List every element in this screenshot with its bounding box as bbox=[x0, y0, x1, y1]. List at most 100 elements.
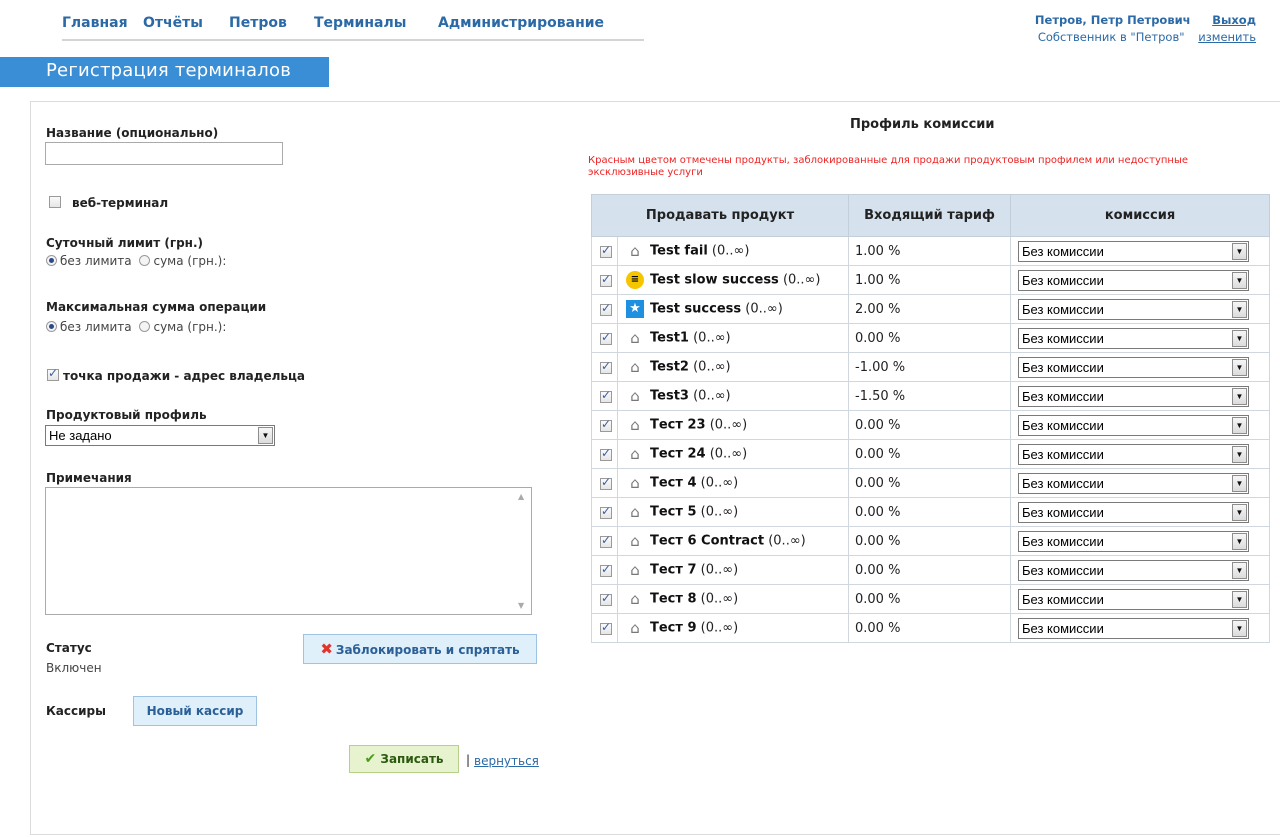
product-cell-name: ≡ Test slow success (0..∞) bbox=[617, 265, 849, 295]
product-range: (0..∞) bbox=[709, 446, 748, 462]
product-name: Тест 5 bbox=[650, 504, 697, 520]
max-no-limit-radio[interactable] bbox=[46, 321, 57, 332]
product-name: Test3 bbox=[650, 388, 689, 404]
commission-value: Без комиссии bbox=[1022, 563, 1104, 578]
daily-no-limit-radio[interactable] bbox=[46, 255, 57, 266]
product-cell-checkbox bbox=[591, 439, 618, 469]
close-icon: ✖ bbox=[320, 640, 333, 658]
sell-product-checkbox[interactable] bbox=[600, 533, 612, 548]
commission-value: Без комиссии bbox=[1022, 534, 1104, 549]
user-role: Собственник в "Петров" bbox=[1037, 30, 1185, 44]
new-cashier-button[interactable]: Новый кассир bbox=[133, 696, 257, 726]
notes-textarea[interactable]: ▲ ▼ bbox=[45, 487, 532, 615]
sell-product-checkbox[interactable] bbox=[600, 591, 612, 606]
product-row: ⌂ Тест 4 (0..∞) 0.00 % Без комиссии ▼ bbox=[591, 468, 1270, 498]
commission-select[interactable]: Без комиссии ▼ bbox=[1018, 386, 1249, 407]
chevron-down-icon: ▼ bbox=[1232, 591, 1247, 608]
sell-product-checkbox[interactable] bbox=[600, 388, 612, 403]
daily-sum-radio[interactable] bbox=[139, 255, 151, 266]
product-cell-checkbox bbox=[591, 294, 618, 324]
product-row: ≡ Test slow success (0..∞) 1.00 % Без комис… bbox=[591, 265, 1270, 295]
product-cell-checkbox bbox=[591, 265, 618, 295]
max-sum-radio-label: сума (грн.): bbox=[153, 320, 227, 334]
sell-product-checkbox[interactable] bbox=[600, 272, 612, 287]
product-tariff: 0.00 % bbox=[848, 468, 1011, 498]
product-name: Test1 bbox=[650, 330, 689, 346]
name-input[interactable] bbox=[45, 142, 283, 165]
nav-admin[interactable]: Администрирование bbox=[438, 15, 604, 31]
sell-product-checkbox[interactable] bbox=[600, 243, 612, 258]
house-icon: ⌂ bbox=[630, 329, 640, 347]
block-hide-button[interactable]: ✖ Заблокировать и спрятать bbox=[303, 634, 537, 664]
web-terminal-checkbox[interactable] bbox=[49, 196, 61, 208]
product-tariff: 0.00 % bbox=[848, 439, 1011, 469]
nav-terminals[interactable]: Терминалы bbox=[314, 15, 406, 31]
product-cell-commission: Без комиссии ▼ bbox=[1010, 410, 1270, 440]
commission-select[interactable]: Без комиссии ▼ bbox=[1018, 415, 1249, 436]
sell-product-checkbox[interactable] bbox=[600, 620, 612, 635]
commission-select[interactable]: Без комиссии ▼ bbox=[1018, 299, 1249, 320]
block-hide-label: Заблокировать и спрятать bbox=[335, 643, 520, 657]
product-cell-name: ⌂ Test fail (0..∞) bbox=[617, 236, 849, 266]
product-cell-commission: Без комиссии ▼ bbox=[1010, 468, 1270, 498]
sell-product-checkbox[interactable] bbox=[600, 301, 612, 316]
commission-select[interactable]: Без комиссии ▼ bbox=[1018, 502, 1249, 523]
commission-value: Без комиссии bbox=[1022, 592, 1104, 607]
scroll-down-icon[interactable]: ▼ bbox=[518, 601, 524, 610]
commission-value: Без комиссии bbox=[1022, 476, 1104, 491]
notes-scrollbar[interactable]: ▲ ▼ bbox=[515, 488, 531, 614]
commission-select[interactable]: Без комиссии ▼ bbox=[1018, 444, 1249, 465]
product-range: (0..∞) bbox=[693, 388, 731, 404]
product-range: (0..∞) bbox=[700, 620, 739, 636]
product-cell-name: ⌂ Тест 24 (0..∞) bbox=[617, 439, 849, 469]
sell-product-checkbox[interactable] bbox=[600, 359, 612, 374]
nav-reports[interactable]: Отчёты bbox=[143, 15, 203, 31]
commission-select[interactable]: Без комиссии ▼ bbox=[1018, 589, 1249, 610]
notes-label: Примечания bbox=[46, 471, 132, 485]
logout-link[interactable]: Выход bbox=[1212, 13, 1256, 27]
commission-select[interactable]: Без комиссии ▼ bbox=[1018, 241, 1249, 262]
commission-select[interactable]: Без комиссии ▼ bbox=[1018, 357, 1249, 378]
sell-product-checkbox[interactable] bbox=[600, 504, 612, 519]
commission-select[interactable]: Без комиссии ▼ bbox=[1018, 328, 1249, 349]
nav-petrov[interactable]: Петров bbox=[229, 15, 287, 31]
sell-product-checkbox[interactable] bbox=[600, 562, 612, 577]
scroll-up-icon[interactable]: ▲ bbox=[518, 492, 524, 501]
product-name: Тест 8 bbox=[650, 591, 697, 607]
nav-home[interactable]: Главная bbox=[62, 15, 128, 31]
commission-select[interactable]: Без комиссии ▼ bbox=[1018, 473, 1249, 494]
save-button[interactable]: ✔ Записать bbox=[349, 745, 459, 773]
commission-select[interactable]: Без комиссии ▼ bbox=[1018, 270, 1249, 291]
product-profile-select[interactable]: Не задано ▼ bbox=[45, 425, 275, 446]
product-cell-name: ⌂ Test3 (0..∞) bbox=[617, 381, 849, 411]
chevron-down-icon: ▼ bbox=[258, 427, 273, 444]
product-tariff: 0.00 % bbox=[848, 497, 1011, 527]
product-tariff: 1.00 % bbox=[848, 236, 1011, 266]
commission-select[interactable]: Без комиссии ▼ bbox=[1018, 531, 1249, 552]
product-tariff: -1.00 % bbox=[848, 352, 1011, 382]
max-sum-radio[interactable] bbox=[139, 321, 151, 332]
house-icon: ⌂ bbox=[630, 619, 640, 637]
commission-select[interactable]: Без комиссии ▼ bbox=[1018, 560, 1249, 581]
change-link[interactable]: изменить bbox=[1198, 30, 1256, 44]
chevron-down-icon: ▼ bbox=[1232, 562, 1247, 579]
product-cell-checkbox bbox=[591, 468, 618, 498]
product-name: Test fail bbox=[650, 243, 708, 259]
sale-point-checkbox[interactable] bbox=[47, 366, 59, 381]
product-cell-commission: Без комиссии ▼ bbox=[1010, 323, 1270, 353]
product-profile-value: Не задано bbox=[49, 428, 112, 443]
sell-product-checkbox[interactable] bbox=[600, 330, 612, 345]
commission-select[interactable]: Без комиссии ▼ bbox=[1018, 618, 1249, 639]
sell-product-checkbox[interactable] bbox=[600, 446, 612, 461]
sell-product-checkbox[interactable] bbox=[600, 475, 612, 490]
chevron-down-icon: ▼ bbox=[1232, 417, 1247, 434]
header-commission: комиссия bbox=[1010, 194, 1270, 237]
chevron-down-icon: ▼ bbox=[1232, 301, 1247, 318]
house-icon: ⌂ bbox=[630, 358, 640, 376]
house-icon: ⌂ bbox=[630, 532, 640, 550]
product-cell-name: ⌂ Тест 8 (0..∞) bbox=[617, 584, 849, 614]
back-link[interactable]: вернуться bbox=[474, 754, 539, 768]
sell-product-checkbox[interactable] bbox=[600, 417, 612, 432]
product-cell-name: ⌂ Тест 4 (0..∞) bbox=[617, 468, 849, 498]
product-range: (0..∞) bbox=[700, 504, 739, 520]
